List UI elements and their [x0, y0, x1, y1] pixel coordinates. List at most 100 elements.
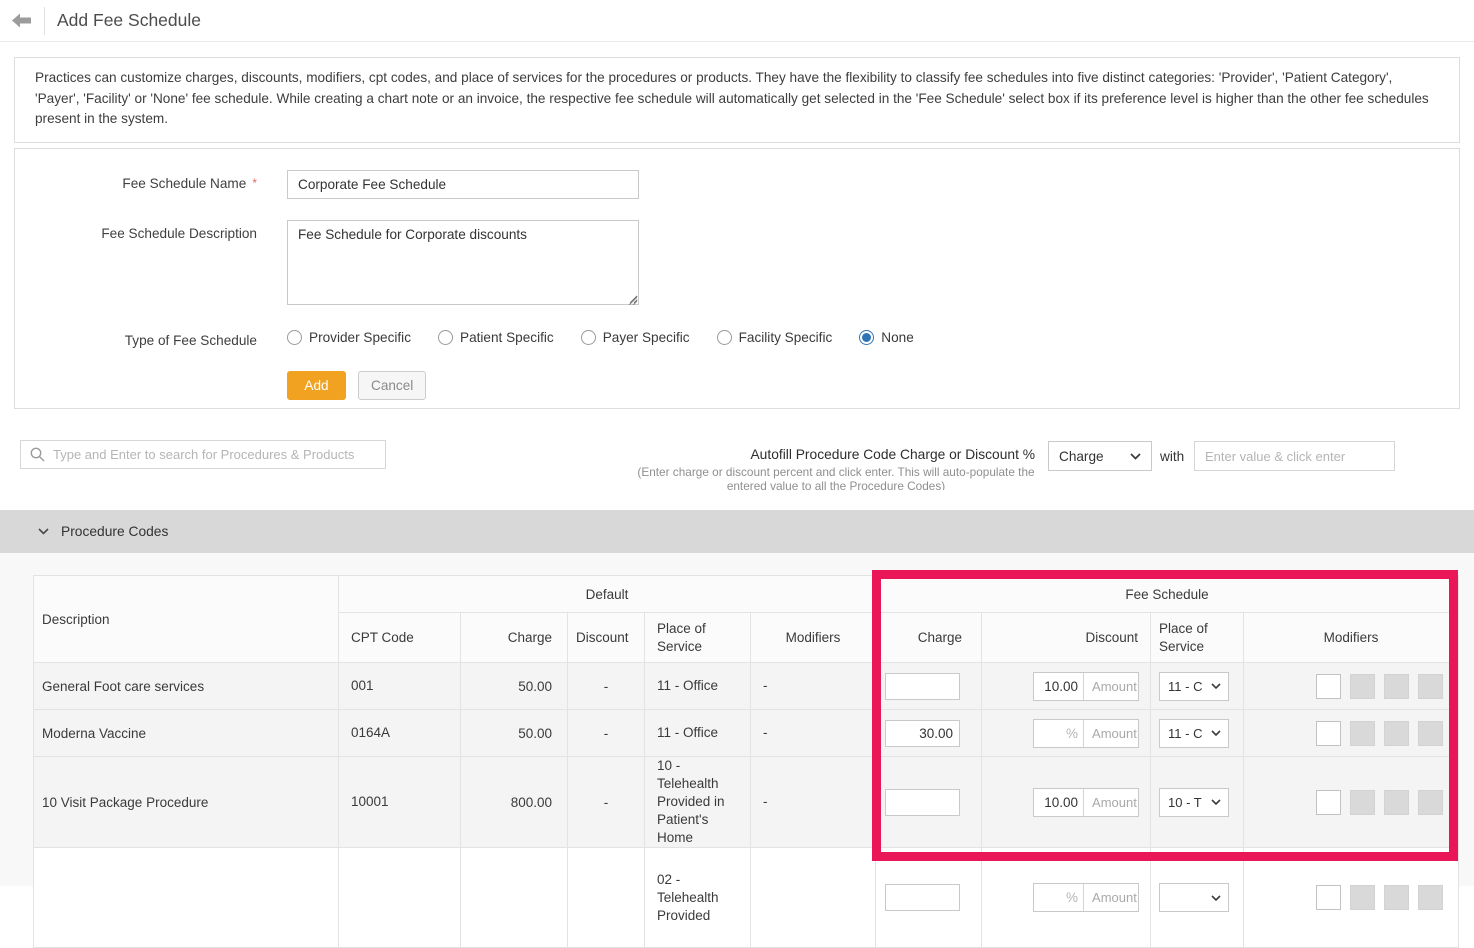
fee-schedule-description-label: Fee Schedule Description: [15, 226, 257, 241]
fs-pos-value: 11 - C: [1168, 726, 1202, 741]
cell-cpt-code: 0164A: [339, 710, 461, 757]
cell-discount: [568, 848, 645, 948]
cell-cpt-code: 10001: [339, 757, 461, 848]
fs-modifier-box-2: [1350, 721, 1375, 746]
cell-fs-place-of-service: [1151, 848, 1244, 948]
cell-cpt-code: 001: [339, 663, 461, 710]
fs-modifier-box-3: [1384, 674, 1409, 699]
fee-schedule-name-input[interactable]: [287, 170, 639, 199]
fs-charge-input[interactable]: [885, 673, 960, 700]
fs-modifier-input-1[interactable]: [1316, 674, 1341, 699]
fs-modifier-box-3: [1384, 790, 1409, 815]
fs-charge-input[interactable]: [885, 884, 960, 911]
fs-modifier-box-4: [1418, 885, 1443, 910]
radio-icon[interactable]: [859, 330, 874, 345]
fs-discount-unit[interactable]: Amount: [1084, 789, 1138, 816]
radio-label: Facility Specific: [739, 330, 833, 345]
radio-none[interactable]: None: [859, 330, 914, 345]
cell-fs-modifiers: [1244, 757, 1459, 848]
top-bar: Add Fee Schedule: [0, 0, 1474, 42]
cell-fs-discount: Amount: [982, 757, 1151, 848]
fs-pos-select[interactable]: 11 - C: [1159, 719, 1229, 748]
radio-icon[interactable]: [717, 330, 732, 345]
cell-place-of-service: 11 - Office: [645, 710, 751, 757]
fs-modifier-box-4: [1418, 674, 1443, 699]
fs-discount-unit[interactable]: Amount: [1084, 673, 1138, 700]
fs-modifier-box-3: [1384, 721, 1409, 746]
fs-charge-input[interactable]: [885, 720, 960, 747]
radio-facility-specific[interactable]: Facility Specific: [717, 330, 833, 345]
section-title: Procedure Codes: [61, 524, 168, 539]
search-input[interactable]: [20, 440, 386, 469]
fs-discount-input[interactable]: [1034, 720, 1084, 747]
cancel-button[interactable]: Cancel: [358, 371, 426, 400]
cell-modifiers: [751, 848, 876, 948]
radio-icon[interactable]: [438, 330, 453, 345]
fs-pos-select[interactable]: [1159, 883, 1229, 912]
divider: [44, 7, 45, 35]
cell-modifiers: -: [751, 710, 876, 757]
cell-charge: 50.00: [461, 710, 568, 757]
procedure-codes-header[interactable]: Procedure Codes: [0, 510, 1474, 553]
radio-label: Payer Specific: [603, 330, 690, 345]
radio-patient-specific[interactable]: Patient Specific: [438, 330, 554, 345]
fee-schedule-type-options: Provider Specific Patient Specific Payer…: [287, 330, 914, 345]
radio-icon[interactable]: [581, 330, 596, 345]
cell-modifiers: -: [751, 757, 876, 848]
radio-payer-specific[interactable]: Payer Specific: [581, 330, 690, 345]
fs-modifier-box-3: [1384, 885, 1409, 910]
autofill-value-input[interactable]: [1194, 441, 1395, 471]
cell-charge: 50.00: [461, 663, 568, 710]
autofill-hint: (Enter charge or discount percent and cl…: [637, 466, 1035, 490]
fs-pos-select[interactable]: 10 - T: [1159, 788, 1229, 817]
cell-fs-place-of-service: 10 - T: [1151, 757, 1244, 848]
search-icon: [30, 447, 45, 462]
table-row: 02 - Telehealth Provided Amount: [34, 848, 1459, 948]
fs-charge-input[interactable]: [885, 789, 960, 816]
fs-discount-input[interactable]: [1034, 673, 1084, 700]
fee-schedule-description-input[interactable]: Fee Schedule for Corporate discounts: [287, 220, 639, 305]
radio-provider-specific[interactable]: Provider Specific: [287, 330, 411, 345]
chevron-down-icon: [1130, 453, 1141, 460]
fs-pos-select[interactable]: 11 - C: [1159, 672, 1229, 701]
label-text: Fee Schedule Name: [122, 176, 246, 191]
cell-charge: [461, 848, 568, 948]
cell-place-of-service: 10 - Telehealth Provided in Patient's Ho…: [645, 757, 751, 848]
autofill-mode-select[interactable]: Charge: [1048, 441, 1152, 471]
fs-modifier-input-1[interactable]: [1316, 885, 1341, 910]
cell-place-of-service: 02 - Telehealth Provided: [645, 848, 751, 948]
fs-modifier-input-1[interactable]: [1316, 790, 1341, 815]
procedure-codes-table: Description Default Fee Schedule CPT Cod…: [33, 575, 1459, 948]
group-header-fee-schedule: Fee Schedule: [876, 576, 1459, 613]
column-header-place-of-service: Place of Service: [645, 613, 751, 663]
add-button[interactable]: Add: [287, 371, 346, 400]
cell-discount: -: [568, 757, 645, 848]
column-header-discount: Discount: [568, 613, 645, 663]
cell-fs-modifiers: [1244, 848, 1459, 948]
fs-modifier-group: [1244, 790, 1443, 815]
cell-fs-place-of-service: 11 - C: [1151, 710, 1244, 757]
fs-discount-input[interactable]: [1034, 884, 1084, 911]
cell-cpt-code: [339, 848, 461, 948]
fs-pos-value: 10 - T: [1168, 795, 1202, 810]
autofill-label: Autofill Procedure Code Charge or Discou…: [750, 447, 1035, 462]
back-button[interactable]: [12, 13, 32, 29]
cell-fs-charge: [876, 710, 982, 757]
fs-discount-input[interactable]: [1034, 789, 1084, 816]
fs-modifier-box-2: [1350, 674, 1375, 699]
chevron-down-icon: [1211, 895, 1221, 901]
fs-modifier-group: [1244, 674, 1443, 699]
fs-discount-unit[interactable]: Amount: [1084, 720, 1138, 747]
radio-icon[interactable]: [287, 330, 302, 345]
radio-label: None: [881, 330, 914, 345]
fs-modifier-box-2: [1350, 885, 1375, 910]
fs-discount-unit[interactable]: Amount: [1084, 884, 1138, 911]
cell-fs-discount: Amount: [982, 663, 1151, 710]
column-header-fs-discount: Discount: [982, 613, 1151, 663]
cell-description: General Foot care services: [34, 663, 339, 710]
fs-pos-value: 11 - C: [1168, 679, 1202, 694]
radio-label: Patient Specific: [460, 330, 554, 345]
collapse-chevron-icon[interactable]: [38, 528, 49, 535]
fs-modifier-input-1[interactable]: [1316, 721, 1341, 746]
type-of-fee-schedule-label: Type of Fee Schedule: [15, 333, 257, 348]
